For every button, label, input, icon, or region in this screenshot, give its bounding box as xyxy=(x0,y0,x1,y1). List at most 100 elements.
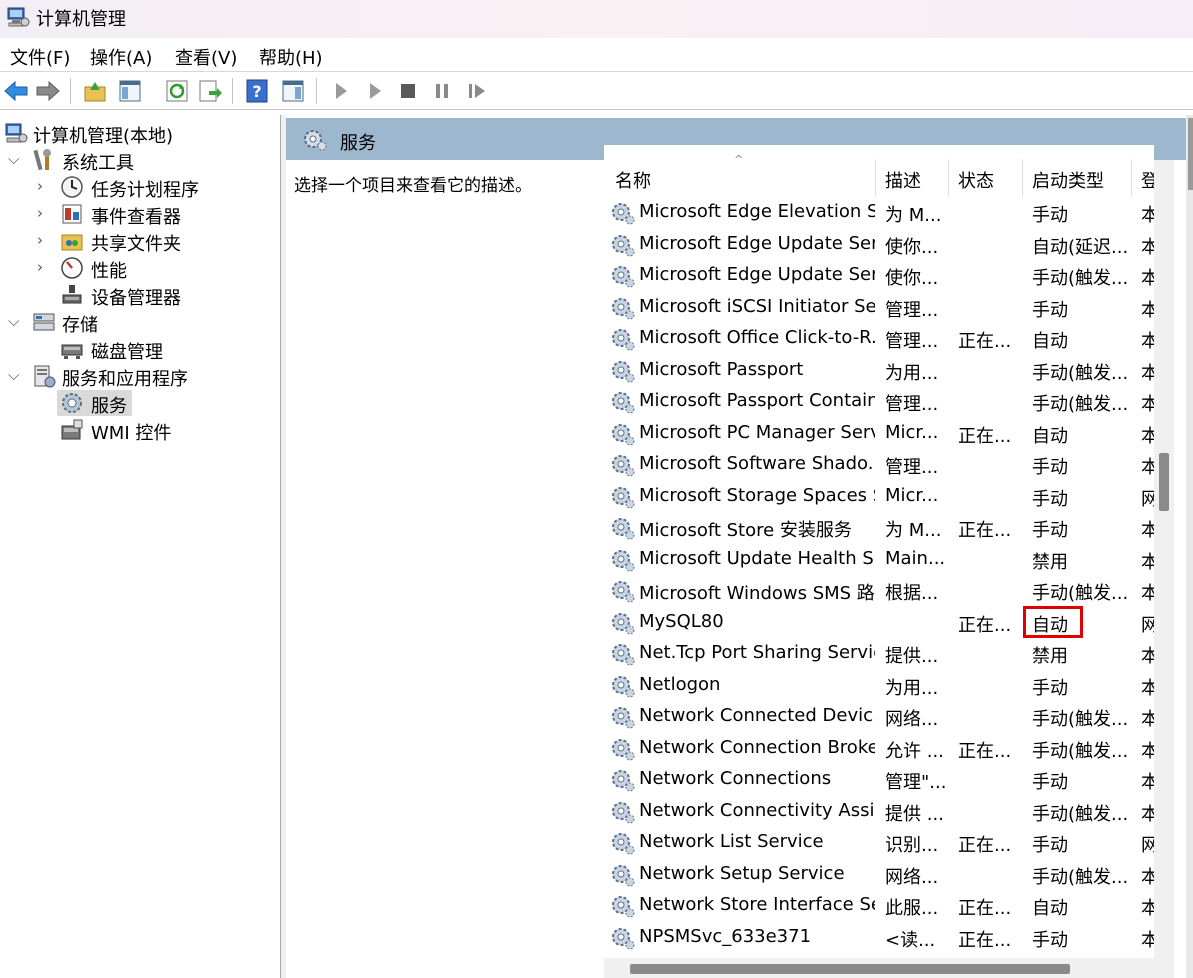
service-row[interactable]: Microsoft Storage Spaces S... Micr... 手动 网 xyxy=(604,480,1154,511)
performance-gauge-icon xyxy=(61,257,83,279)
vertical-scroll-thumb[interactable] xyxy=(1159,453,1169,511)
chevron-down-icon[interactable]: ⌵ xyxy=(8,150,22,168)
export-list-icon[interactable] xyxy=(197,78,223,104)
stop-service-icon[interactable] xyxy=(395,78,421,104)
service-row[interactable]: Microsoft Windows SMS 路... 根据... 手动(触发... 本 xyxy=(604,574,1154,605)
chevron-right-icon[interactable]: › xyxy=(37,258,51,276)
start-service-icon[interactable] xyxy=(328,78,354,104)
system-tools-icon xyxy=(33,149,51,171)
gear-icon xyxy=(612,423,635,445)
service-row[interactable]: Network Connectivity Assis... 提供 ... 手动(触发… xyxy=(604,795,1154,826)
column-divider[interactable] xyxy=(875,159,876,197)
back-arrow-icon[interactable] xyxy=(3,78,29,104)
tree-item-wmi-control[interactable]: WMI 控件 xyxy=(0,417,280,444)
service-name: Network Setup Service xyxy=(639,862,845,884)
service-log-on-as: 本 xyxy=(1141,646,1154,667)
outer-vertical-scrollbar[interactable] xyxy=(1186,115,1193,978)
highlight-box xyxy=(1023,605,1083,638)
up-folder-icon[interactable] xyxy=(82,78,108,104)
chevron-right-icon[interactable]: › xyxy=(37,231,51,249)
service-row[interactable]: Network List Service 识别... 正在... 手动 网 xyxy=(604,826,1154,857)
service-row[interactable]: Microsoft Passport 为用... 手动(触发... 本 xyxy=(604,354,1154,385)
forward-arrow-icon[interactable] xyxy=(35,78,61,104)
column-header-status[interactable]: 状态 xyxy=(958,167,994,193)
refresh-icon[interactable] xyxy=(164,78,190,104)
gear-icon xyxy=(612,833,635,855)
chevron-right-icon[interactable]: › xyxy=(37,177,51,195)
service-row[interactable]: Network Store Interface Se... 此服... 正在... 自… xyxy=(604,889,1154,920)
tree-item-device-manager[interactable]: 设备管理器 xyxy=(0,282,280,309)
service-row[interactable]: Microsoft Edge Update Ser... 使你... 自动(延迟..… xyxy=(604,228,1154,259)
column-header-name[interactable]: 名称 xyxy=(615,167,651,193)
tree-item-disk-management[interactable]: 磁盘管理 xyxy=(0,336,280,363)
service-status: 正在... xyxy=(958,614,1012,636)
menu-help[interactable]: 帮助(H) xyxy=(259,44,323,70)
service-row[interactable]: Network Connected Devic... 网络... 手动(触发... 本 xyxy=(604,700,1154,731)
tree-item-computer-management[interactable]: 计算机管理(本地) xyxy=(0,120,280,147)
service-name: Microsoft Store 安装服务 xyxy=(639,520,852,541)
service-row[interactable]: Network Setup Service 网络... 手动(触发... 本 xyxy=(604,858,1154,889)
service-row[interactable]: Microsoft Office Click-to-R... 管理... 正在...… xyxy=(604,322,1154,353)
tree-item-label: 计算机管理(本地) xyxy=(33,126,174,147)
show-hide-tree-icon[interactable] xyxy=(117,78,143,104)
menu-view[interactable]: 查看(V) xyxy=(175,44,237,70)
tree-item-storage[interactable]: ⌵ 存储 xyxy=(0,309,280,336)
service-name: Network Store Interface Se... xyxy=(639,894,875,915)
service-row[interactable]: Microsoft Passport Container 管理... 手动(触发..… xyxy=(604,385,1154,416)
menu-action[interactable]: 操作(A) xyxy=(90,44,152,70)
tree-item-shared-folders[interactable]: › 共享文件夹 xyxy=(0,228,280,255)
show-hide-action-pane-icon[interactable] xyxy=(280,78,306,104)
service-status: 正在... xyxy=(958,740,1012,762)
service-row[interactable]: Microsoft Edge Elevation S... 为 M... 手动 本 xyxy=(604,196,1154,227)
vertical-scrollbar[interactable] xyxy=(1154,160,1174,960)
tree-item-system-tools[interactable]: ⌵ 系统工具 xyxy=(0,147,280,174)
tree-item-event-viewer[interactable]: › 事件查看器 xyxy=(0,201,280,228)
start-service-alt-icon[interactable] xyxy=(362,78,388,104)
service-status: 正在... xyxy=(958,331,1012,352)
service-row[interactable]: MySQL80 正在... 自动网 xyxy=(604,605,1154,638)
tree-item-task-scheduler[interactable]: › 任务计划程序 xyxy=(0,174,280,201)
service-description: 提供 ... xyxy=(885,803,944,825)
column-header-log-on-as[interactable]: 登 xyxy=(1141,167,1154,193)
column-header-startup-type[interactable]: 启动类型 xyxy=(1032,167,1104,193)
service-name: NPSMSvc_633e371 xyxy=(639,925,812,947)
chevron-down-icon[interactable]: ⌵ xyxy=(8,366,22,384)
horizontal-scrollbar[interactable] xyxy=(604,958,1174,978)
column-divider[interactable] xyxy=(1022,159,1023,197)
chevron-right-icon[interactable]: › xyxy=(37,204,51,222)
service-row[interactable]: Microsoft Software Shado... 管理... 手动 本 xyxy=(604,448,1154,479)
service-row[interactable]: NPSMSvc_633e371 <读... 正在... 手动 本 xyxy=(604,921,1154,952)
resume-service-icon[interactable] xyxy=(464,78,490,104)
chevron-down-icon[interactable]: ⌵ xyxy=(8,312,22,330)
column-divider[interactable] xyxy=(948,159,949,197)
pause-service-icon[interactable] xyxy=(429,78,455,104)
service-row[interactable]: Network Connections 管理"... 手动 本 xyxy=(604,763,1154,794)
horizontal-scroll-thumb[interactable] xyxy=(630,964,1070,974)
service-row[interactable]: Microsoft PC Manager Serv... Micr... 正在...… xyxy=(604,417,1154,448)
service-row[interactable]: Net.Tcp Port Sharing Service 提供... 禁用 本 xyxy=(604,637,1154,668)
service-row[interactable]: Netlogon 为用... 手动 本 xyxy=(604,669,1154,700)
service-row[interactable]: Microsoft Store 安装服务 为 M... 正在... 手动 本 xyxy=(604,511,1154,542)
tree-item-performance[interactable]: › 性能 xyxy=(0,255,280,282)
outer-scroll-thumb[interactable] xyxy=(1188,118,1193,190)
column-header-description[interactable]: 描述 xyxy=(885,167,921,193)
service-log-on-as: 本 xyxy=(1141,677,1154,699)
service-name: Network Connectivity Assis... xyxy=(639,799,875,821)
gear-icon xyxy=(612,675,635,697)
service-log-on-as: 本 xyxy=(1141,268,1154,289)
service-log-on-as: 网 xyxy=(1141,614,1154,636)
clock-icon xyxy=(61,176,83,198)
service-log-on-as: 网 xyxy=(1141,488,1154,510)
service-row[interactable]: Microsoft Edge Update Ser... 使你... 手动(触发..… xyxy=(604,259,1154,290)
service-row[interactable]: Network Connection Broker 允许 ... 正在... 手动(触… xyxy=(604,732,1154,763)
service-log-on-as: 本 xyxy=(1141,425,1154,447)
service-row[interactable]: Microsoft iSCSI Initiator Ser... 管理... 手动 本 xyxy=(604,291,1154,322)
service-row[interactable]: Microsoft Update Health S... Main... 禁用 本 xyxy=(604,543,1154,574)
column-divider[interactable] xyxy=(1131,159,1132,197)
tree-item-services[interactable]: 服务 xyxy=(57,390,132,417)
service-log-on-as: 网 xyxy=(1141,835,1154,856)
service-log-on-as: 本 xyxy=(1141,551,1154,573)
tree-item-services-and-applications[interactable]: ⌵ 服务和应用程序 xyxy=(0,363,280,390)
help-icon[interactable]: ? xyxy=(244,78,270,104)
menu-file[interactable]: 文件(F) xyxy=(10,44,70,70)
